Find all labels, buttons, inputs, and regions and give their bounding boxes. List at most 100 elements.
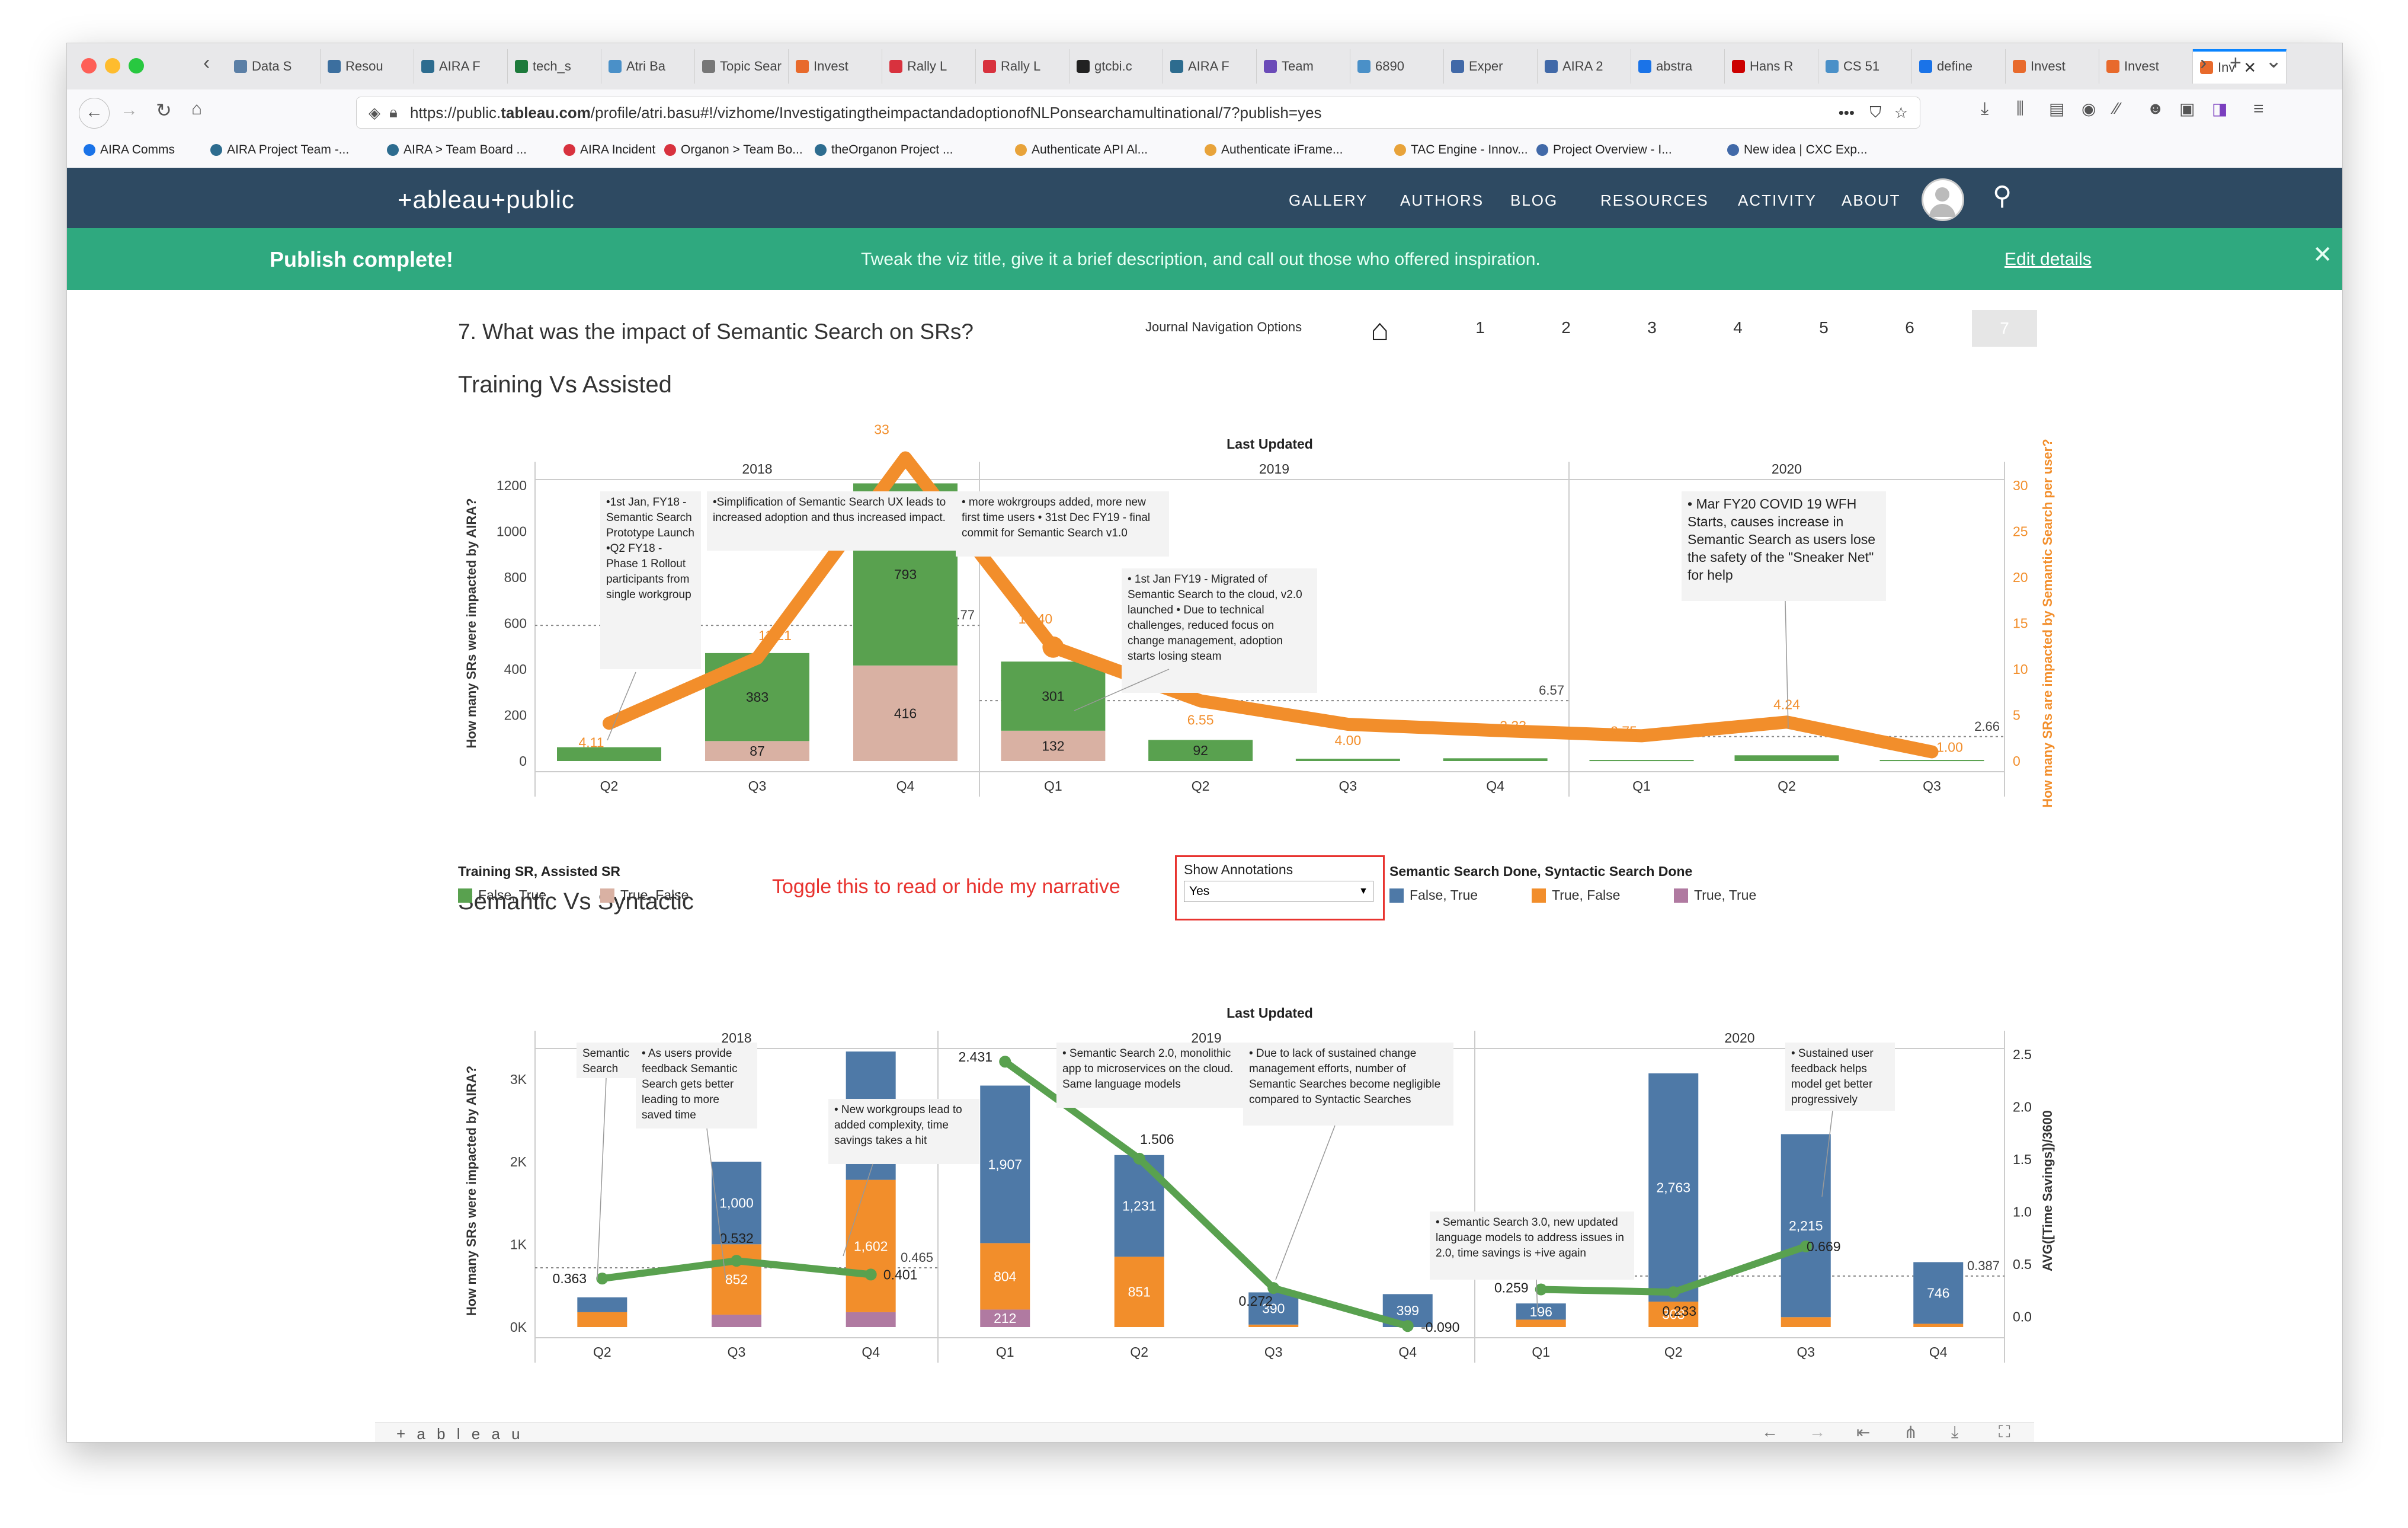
bookmark-item[interactable]: AIRA > Team Board ...	[387, 143, 527, 157]
annotation[interactable]: • Due to lack of sustained change manage…	[1243, 1043, 1453, 1126]
bar-segment[interactable]	[1589, 760, 1694, 762]
bookmark-item[interactable]: Authenticate iFrame...	[1205, 143, 1343, 157]
bookmark-item[interactable]: Organon > Team Bo...	[664, 143, 803, 157]
downloads-icon[interactable]: ⤓	[1981, 99, 1988, 119]
browser-tab[interactable]: AIRA 2	[1538, 49, 1631, 84]
annotation[interactable]: • As users provide feedback Semantic Sea…	[636, 1043, 757, 1129]
redo-icon[interactable]: →	[1809, 1422, 1826, 1441]
bookmark-item[interactable]: Project Overview - I...	[1536, 143, 1672, 157]
reload-icon[interactable]: ↻	[156, 99, 172, 122]
journal-page-4[interactable]: 4	[1726, 318, 1750, 337]
browser-tab[interactable]: Topic Sear	[695, 49, 789, 84]
browser-tab[interactable]: tech_s	[508, 49, 601, 84]
annotation[interactable]: • Semantic Search 2.0, monolithic app to…	[1056, 1043, 1243, 1108]
bar-segment[interactable]	[1879, 760, 1984, 762]
download-icon[interactable]: ⤓	[1951, 1422, 1958, 1442]
fullscreen-icon[interactable]: ⛶	[1999, 1422, 2010, 1442]
browser-tab[interactable]: 6890	[1350, 49, 1444, 84]
sidebar-icon[interactable]: ▤	[2049, 99, 2064, 119]
browser-tab[interactable]: Rally L	[882, 49, 976, 84]
browser-tab[interactable]: Rally L	[976, 49, 1069, 84]
browser-tab[interactable]: AIRA F	[1163, 49, 1257, 84]
avatar[interactable]	[1922, 178, 1964, 221]
onenote-icon[interactable]: ◨	[2212, 99, 2227, 119]
legend-item[interactable]: True, False	[1532, 887, 1620, 903]
bookmark-item[interactable]: TAC Engine - Innov...	[1394, 143, 1528, 157]
extension-icon[interactable]: ⁄⁄	[2114, 99, 2119, 118]
minimize-window-button[interactable]	[105, 58, 120, 73]
line-point[interactable]	[1267, 1282, 1280, 1294]
legend-item[interactable]: False, True	[1389, 887, 1478, 903]
line-point[interactable]	[1667, 1286, 1680, 1299]
back-icon[interactable]: ←	[79, 98, 110, 129]
journal-page-5[interactable]: 5	[1812, 318, 1836, 337]
line-point[interactable]	[752, 653, 763, 664]
journal-page-6[interactable]: 6	[1898, 318, 1922, 337]
annotation[interactable]: • more wokrgroups added, more new first …	[956, 491, 1169, 557]
bookmark-star-icon[interactable]: ☆	[1894, 104, 1908, 122]
close-window-button[interactable]	[81, 58, 97, 73]
line-point[interactable]	[1636, 730, 1647, 741]
line-point[interactable]	[1042, 636, 1064, 658]
line-point[interactable]	[596, 1273, 609, 1285]
bookmark-item[interactable]: AIRA Incident	[563, 143, 655, 157]
show-annotations-select[interactable]: Yes ▼	[1184, 881, 1373, 902]
annotation[interactable]: • Mar FY20 COVID 19 WFH Starts, causes i…	[1682, 491, 1886, 601]
nav-authors[interactable]: AUTHORS	[1400, 191, 1484, 210]
revert-icon[interactable]: ⇤	[1856, 1422, 1870, 1442]
share-icon[interactable]: ⋔	[1904, 1422, 1917, 1442]
browser-tab[interactable]: Team	[1257, 49, 1350, 84]
extension-mask-icon[interactable]: ▣	[2179, 99, 2195, 119]
menu-icon[interactable]: ≡	[2253, 99, 2264, 119]
line-point[interactable]	[864, 1268, 877, 1281]
browser-tab[interactable]: gtcbi.c	[1069, 49, 1163, 84]
bar-segment[interactable]	[1295, 759, 1400, 761]
bar-segment[interactable]	[577, 1297, 627, 1312]
bookmark-item[interactable]: Authenticate API Al...	[1015, 143, 1148, 157]
bar-segment[interactable]	[712, 1315, 761, 1327]
bar-segment[interactable]	[557, 747, 661, 761]
browser-tab[interactable]: CS 51	[1818, 49, 1912, 84]
tableau-public-logo[interactable]: +ableau+public	[398, 186, 575, 214]
line-point[interactable]	[1401, 1320, 1414, 1332]
bar-segment[interactable]	[577, 1312, 627, 1327]
browser-tab[interactable]: Invest	[789, 49, 882, 84]
journal-page-2[interactable]: 2	[1554, 318, 1578, 337]
legend-item[interactable]: False, True	[458, 887, 546, 903]
bar-segment[interactable]	[1248, 1324, 1299, 1327]
extension-monkey-icon[interactable]: ☻	[2147, 99, 2164, 118]
line-point[interactable]	[1490, 725, 1501, 736]
line-point[interactable]	[1926, 746, 1938, 757]
bar-segment[interactable]	[846, 1312, 896, 1327]
browser-tab[interactable]: define	[1912, 49, 2006, 84]
nav-about[interactable]: ABOUT	[1842, 191, 1901, 210]
bookmark-item[interactable]: AIRA Comms	[84, 143, 175, 157]
undo-icon[interactable]: ←	[1762, 1422, 1778, 1441]
nav-gallery[interactable]: GALLERY	[1289, 191, 1368, 210]
nav-blog[interactable]: BLOG	[1510, 191, 1558, 210]
bar-segment[interactable]	[1913, 1324, 1964, 1327]
home-icon[interactable]: ⌂	[1370, 312, 1389, 348]
home-icon[interactable]: ⌂	[191, 99, 202, 119]
annotation[interactable]: • 1st Jan FY19 - Migrated of Semantic Se…	[1122, 568, 1317, 693]
annotation[interactable]: •Simplification of Semantic Search UX le…	[707, 491, 956, 551]
pocket-icon[interactable]: ⛉	[1869, 103, 1881, 122]
url-bar[interactable]: ◈ 🔒︎ https://public. tableau.com/profile/…	[356, 97, 1920, 129]
legend-item[interactable]: True, True	[1674, 887, 1756, 903]
line-point[interactable]	[731, 1255, 742, 1267]
edit-details-link[interactable]: Edit details	[2004, 250, 2092, 270]
bar-segment[interactable]	[1443, 758, 1548, 761]
new-tab-icon[interactable]: +	[2230, 52, 2242, 75]
annotation[interactable]: • Sustained user feedback helps model ge…	[1785, 1043, 1895, 1111]
browser-tab[interactable]: Atri Ba	[601, 49, 695, 84]
nav-activity[interactable]: ACTIVITY	[1738, 191, 1817, 210]
tableau-footer-logo[interactable]: + a b l e a u	[396, 1425, 524, 1442]
tab-scroll-left-icon[interactable]: ‹	[203, 52, 210, 75]
browser-tab[interactable]: AIRA F	[414, 49, 508, 84]
zoom-window-button[interactable]	[129, 58, 144, 73]
browser-tab[interactable]: Invest	[2099, 49, 2193, 84]
account-icon[interactable]: ◉	[2082, 99, 2096, 119]
legend-item[interactable]: True, False	[600, 887, 689, 903]
journal-page-7[interactable]: 7	[1972, 310, 2037, 347]
line-point[interactable]	[1342, 719, 1353, 730]
